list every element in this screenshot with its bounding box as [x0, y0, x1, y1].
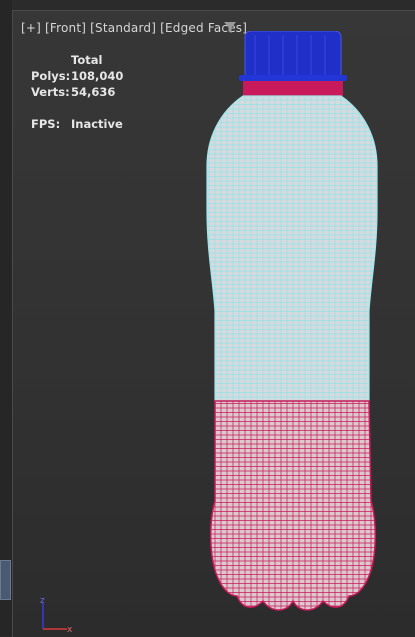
- left-panel-strip: [0, 0, 12, 636]
- bottle-neck: [243, 81, 343, 96]
- axis-z-label: z: [40, 596, 45, 606]
- stats-fps-value: Inactive: [71, 117, 123, 131]
- viewport-view-menu[interactable]: [Front]: [45, 21, 86, 35]
- statistics-overlay: Total Polys: 108,040 Verts: 54,636 FPS: …: [31, 52, 123, 132]
- bottle-wireframe-model[interactable]: [203, 31, 383, 631]
- stats-verts-value: 54,636: [71, 85, 116, 99]
- stats-polys-label: Polys:: [31, 69, 71, 83]
- bottle-cap: [244, 31, 342, 80]
- axis-x-label: x: [67, 625, 73, 635]
- front-viewport[interactable]: [+] [Front] [Standard] [Edged Faces] Total …: [12, 10, 415, 637]
- stats-total-header: Total: [71, 53, 103, 67]
- stats-verts-label: Verts:: [31, 85, 70, 99]
- stats-fps-label: FPS:: [31, 117, 61, 131]
- stats-polys-value: 108,040: [71, 69, 124, 83]
- viewport-plus-menu[interactable]: [+]: [21, 21, 41, 35]
- axis-tripod-gizmo: z x: [40, 596, 73, 635]
- viewport-shading-preset-menu[interactable]: [Standard]: [90, 21, 156, 35]
- side-panel-tab[interactable]: [0, 560, 11, 600]
